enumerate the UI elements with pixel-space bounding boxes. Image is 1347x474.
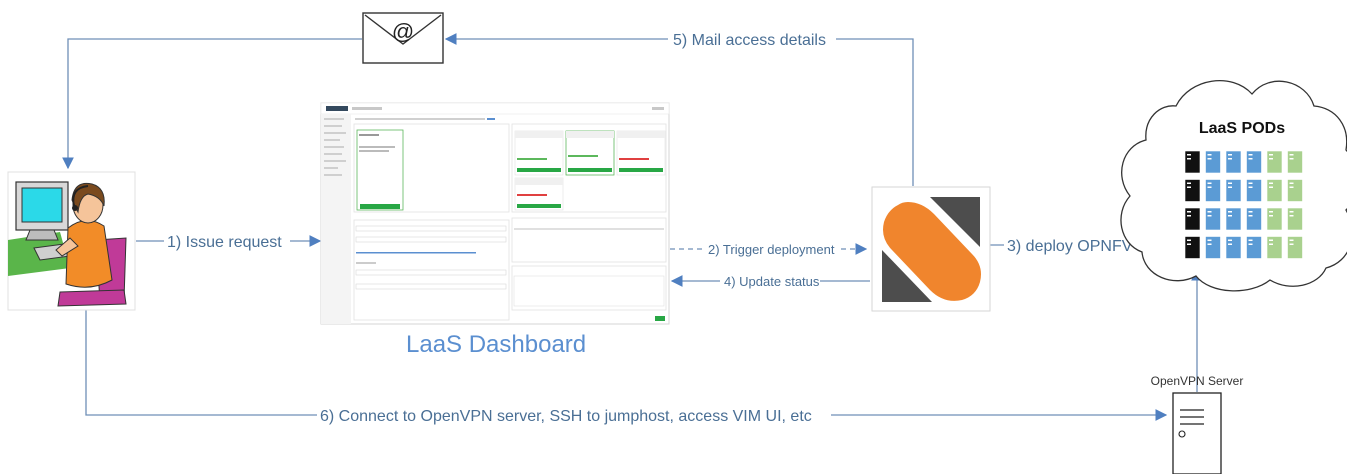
pod-server-led [1187,186,1191,188]
envelope-icon: @ [362,12,444,64]
pod-server-led [1269,211,1273,213]
pod-server-led [1269,215,1273,217]
pod-server-led [1289,158,1294,160]
pod-server-led [1248,239,1253,241]
pod-server-led [1207,182,1212,184]
pod-server-led [1269,158,1273,160]
pod-server-led [1248,158,1253,160]
dashboard-screenshot [320,102,670,325]
label-update-status: 4) Update status [724,274,820,289]
label-mail-access: 5) Mail access details [673,32,826,49]
pod-server-led [1248,211,1253,213]
pod-server-led [1228,243,1232,245]
pod-server-led [1207,154,1212,156]
pod-server-led [1289,154,1294,156]
pod-server-led [1187,215,1191,217]
pod-server-led [1269,182,1273,184]
pod-server-led [1248,243,1253,245]
pod-server-led [1228,211,1232,213]
pod-server-led [1289,215,1294,217]
pod-server-led [1248,186,1253,188]
pod-server-led [1187,243,1191,245]
pod-server-led [1207,243,1212,245]
at-symbol: @ [392,19,414,44]
pod-server-led [1228,239,1232,241]
pod-server-led [1269,243,1273,245]
pod-server-led [1207,215,1212,217]
edge-mail-to-user [62,38,362,170]
pod-server-led [1207,211,1212,213]
pod-server-led [1248,182,1253,184]
pod-server-led [1248,215,1253,217]
pod-server-led [1207,186,1212,188]
pod-server-led [1269,186,1273,188]
openvpn-server-label: OpenVPN Server [1151,374,1244,388]
label-trigger-deployment: 2) Trigger deployment [708,242,835,257]
laas-logo [871,186,991,312]
label-deploy-opnfv: 3) deploy OPNFV [1007,238,1133,255]
pod-server-led [1248,154,1253,156]
pod-server-led [1228,182,1232,184]
pod-server-led [1289,186,1294,188]
pod-server-led [1228,158,1232,160]
label-connect-openvpn: 6) Connect to OpenVPN server, SSH to jum… [320,408,812,425]
pod-server-led [1289,243,1294,245]
pod-server-led [1269,154,1273,156]
pod-server-led [1207,158,1212,160]
server-icon [1172,392,1222,474]
pod-server-led [1289,182,1294,184]
pod-server-led [1207,239,1212,241]
pod-server-led [1269,239,1273,241]
cloud-title: LaaS PODs [1199,120,1285,137]
pod-server-led [1187,182,1191,184]
laas-workflow-diagram: 5) Mail access details 1) Issue request … [7,12,1347,474]
pod-server-led [1289,211,1294,213]
pod-server-led [1228,215,1232,217]
pod-server-led [1187,239,1191,241]
pod-server-led [1187,158,1191,160]
user-at-computer-icon [7,171,136,311]
dashboard-caption: LaaS Dashboard [406,331,586,358]
label-issue-request: 1) Issue request [167,234,282,251]
pod-server-led [1228,186,1232,188]
pod-server-led [1228,154,1232,156]
pod-server-led [1187,211,1191,213]
pod-server-led [1289,239,1294,241]
pod-server-led [1187,154,1191,156]
